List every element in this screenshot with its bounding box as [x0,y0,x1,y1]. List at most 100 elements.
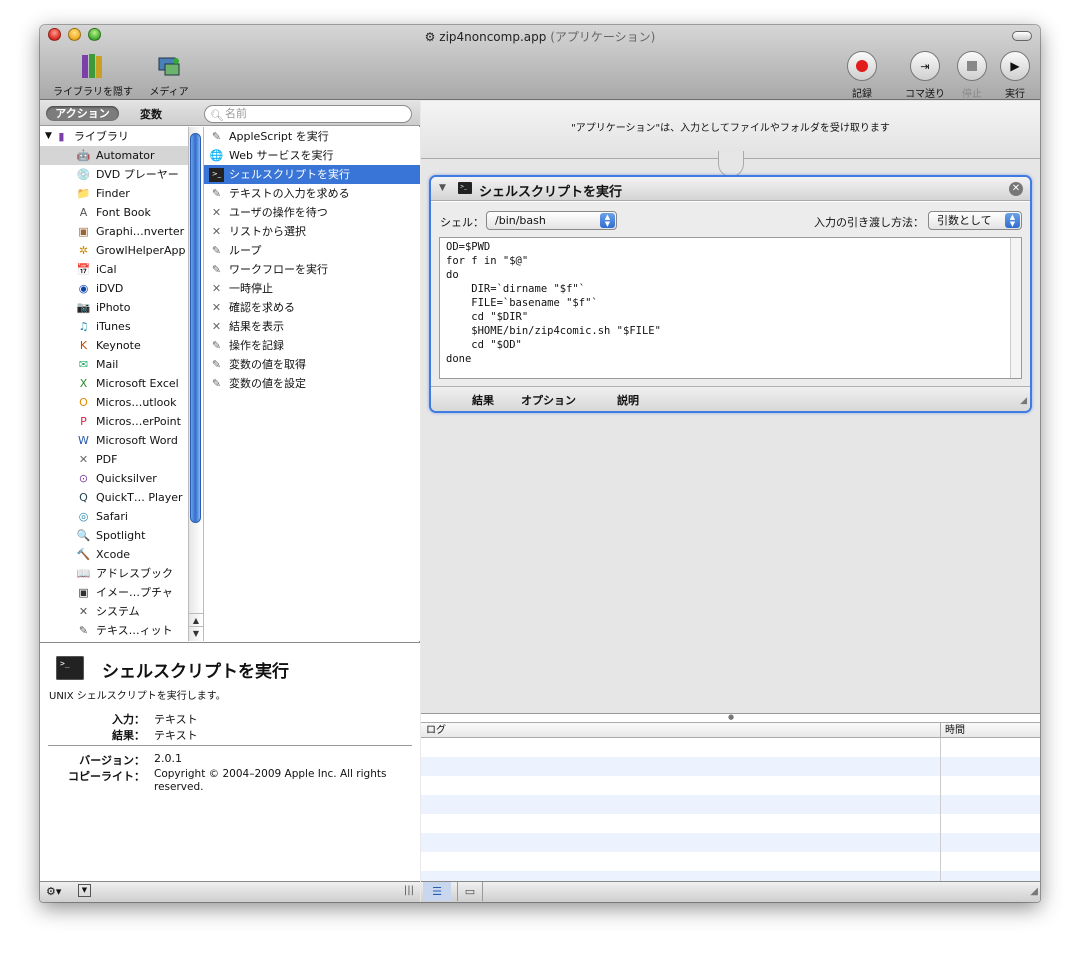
window-title: ⚙ zip4noncomp.app (アプリケーション) [424,30,656,44]
svg-text:>_: >_ [60,659,70,668]
resize-grip-icon[interactable]: ◢ [1030,886,1038,897]
time-column-header[interactable]: 時間 [945,723,965,738]
log-header: ログ 時間 [421,722,1040,738]
shell-popup[interactable]: /bin/bash ▲ ▼ [486,211,617,230]
category-icon: ✕ [78,605,89,618]
script-scrollbar[interactable] [1010,238,1021,378]
scroll-up-arrow-icon[interactable]: ▲ [189,613,203,626]
category-item[interactable]: ✕ システム [40,602,202,621]
resize-grip-icon[interactable]: ◢ [1020,396,1027,406]
action-description: >_ シェルスクリプトを実行 UNIX シェルスクリプトを実行します。 入力： … [40,642,420,882]
hide-library-button[interactable]: ライブラリを隠す [48,52,138,98]
category-item[interactable]: ✉ Mail [40,355,202,374]
category-item[interactable]: 🔨 Xcode [40,545,202,564]
log-row [421,795,1040,814]
category-item[interactable]: ◎ Safari [40,507,202,526]
action-item[interactable]: >_ シェルスクリプトを実行 [204,165,420,184]
tab-options[interactable]: オプション [521,392,576,408]
action-item[interactable]: ✎ テキストの入力を求める [204,184,420,203]
script-editor[interactable]: OD=$PWD for f in "$@" do DIR=`dirname "$… [439,237,1022,379]
log-column-header[interactable]: ログ [426,723,446,738]
tab-variables[interactable]: 変数 [140,106,162,122]
category-item[interactable]: W Microsoft Word [40,431,202,450]
category-item[interactable]: ◉ iDVD [40,279,202,298]
action-label: 変数の値を取得 [229,358,306,371]
scrollbar-thumb[interactable] [190,133,201,523]
search-input[interactable]: 🔍︎ 名前 [204,105,412,123]
pass-input-popup[interactable]: 引数として ▲ ▼ [928,211,1022,230]
scroll-down-arrow-icon[interactable]: ▼ [189,626,203,639]
category-item[interactable]: 📖 アドレスブック [40,564,202,583]
action-item[interactable]: ✕ 結果を表示 [204,317,420,336]
copyright-value: Copyright © 2004–2009 Apple Inc. All rig… [154,768,387,793]
library-root-item[interactable]: ▼ ▮ ライブラリ [40,127,202,146]
category-item[interactable]: Q QuickT… Player [40,488,202,507]
category-item[interactable]: K Keynote [40,336,202,355]
media-icon [158,57,180,76]
category-scrollbar[interactable]: ▲ ▼ [188,127,203,641]
category-item[interactable]: 📅 iCal [40,260,202,279]
category-icon: ✕ [78,453,89,466]
splitter-dot-icon[interactable]: ● [728,713,734,721]
category-item[interactable]: ✲ GrowlHelperApp [40,241,202,260]
action-item[interactable]: ✎ ループ [204,241,420,260]
copyright-label: コピーライト： [68,770,145,783]
category-item[interactable]: 🔍 Spotlight [40,526,202,545]
category-item[interactable]: 💿 DVD プレーヤー [40,165,202,184]
gear-icon[interactable]: ⚙▾ [46,885,61,898]
action-icon: ✎ [211,244,222,257]
category-item[interactable]: ▣ イメー…プチャ [40,583,202,602]
action-icon: ✎ [211,130,222,143]
category-item[interactable]: X Microsoft Excel [40,374,202,393]
shell-script-action[interactable]: ▼ >_ シェルスクリプトを実行 ✕ シェル： /bin/bash ▲ ▼ 入力の… [429,175,1032,413]
category-item[interactable]: ▣ Graphi…nverter [40,222,202,241]
action-item[interactable]: ✕ 一時停止 [204,279,420,298]
category-item[interactable]: ⊙ Quicksilver [40,469,202,488]
category-item[interactable]: ♫ iTunes [40,317,202,336]
log-view-icon[interactable]: ▭ [457,882,483,901]
category-label: Microsoft Word [96,434,178,447]
category-item[interactable]: ✕ PDF [40,450,202,469]
category-item[interactable]: 📷 iPhoto [40,298,202,317]
title-bar: ⚙ zip4noncomp.app (アプリケーション) ライブラリを隠す メデ… [40,25,1040,100]
action-item[interactable]: ✎ ワークフローを実行 [204,260,420,279]
toolbar-toggle-button[interactable] [1012,31,1032,41]
action-item[interactable]: ✎ 変数の値を取得 [204,355,420,374]
run-button[interactable]: ▶ 実行 [997,51,1033,100]
action-item[interactable]: ✕ リストから選択 [204,222,420,241]
step-button[interactable]: ⇥ コマ送り [900,51,950,100]
category-item[interactable]: 🤖 Automator [40,146,202,165]
action-label: Web サービスを実行 [229,149,334,162]
action-item[interactable]: ✎ 操作を記録 [204,336,420,355]
pass-input-value: 引数として [937,214,992,227]
category-item[interactable]: P Micros…erPoint [40,412,202,431]
action-item[interactable]: ✕ 確認を求める [204,298,420,317]
record-button[interactable]: 記録 [844,51,880,100]
remove-action-icon[interactable]: ✕ [1009,182,1023,196]
script-text[interactable]: OD=$PWD for f in "$@" do DIR=`dirname "$… [446,241,661,365]
disclosure-triangle-icon[interactable]: ▼ [45,127,52,146]
action-label: ユーザの操作を待つ [229,206,328,219]
record-icon [856,60,868,72]
tab-actions[interactable]: アクション [46,106,119,121]
tab-description[interactable]: 説明 [617,392,639,408]
category-list: ▼ ▮ ライブラリ 🤖 Automator 💿 DVD プレーヤー 📁 Finder A Fo… [40,127,202,641]
category-item[interactable]: O Micros…utlook [40,393,202,412]
description-text: UNIX シェルスクリプトを実行します。 [49,691,226,702]
action-item[interactable]: ✎ 変数の値を設定 [204,374,420,393]
splitter-handle-icon[interactable]: ||| [404,885,414,896]
collapse-triangle-icon[interactable]: ▼ [439,183,446,193]
media-button[interactable]: メディア [144,52,194,98]
tab-results[interactable]: 結果 [472,392,494,408]
stop-button[interactable]: 停止 [954,51,990,100]
category-item[interactable]: ✎ テキス…ィット [40,621,202,640]
category-item[interactable]: A Font Book [40,203,202,222]
action-item[interactable]: 🌐 Web サービスを実行 [204,146,420,165]
list-view-icon[interactable]: ☰ [423,882,451,901]
action-item[interactable]: ✎ AppleScript を実行 [204,127,420,146]
category-icon: ✉ [78,358,89,371]
app-doc-icon: ⚙ [424,30,436,44]
info-toggle-icon[interactable]: ▼ [78,884,91,897]
action-item[interactable]: ✕ ユーザの操作を待つ [204,203,420,222]
category-item[interactable]: 📁 Finder [40,184,202,203]
